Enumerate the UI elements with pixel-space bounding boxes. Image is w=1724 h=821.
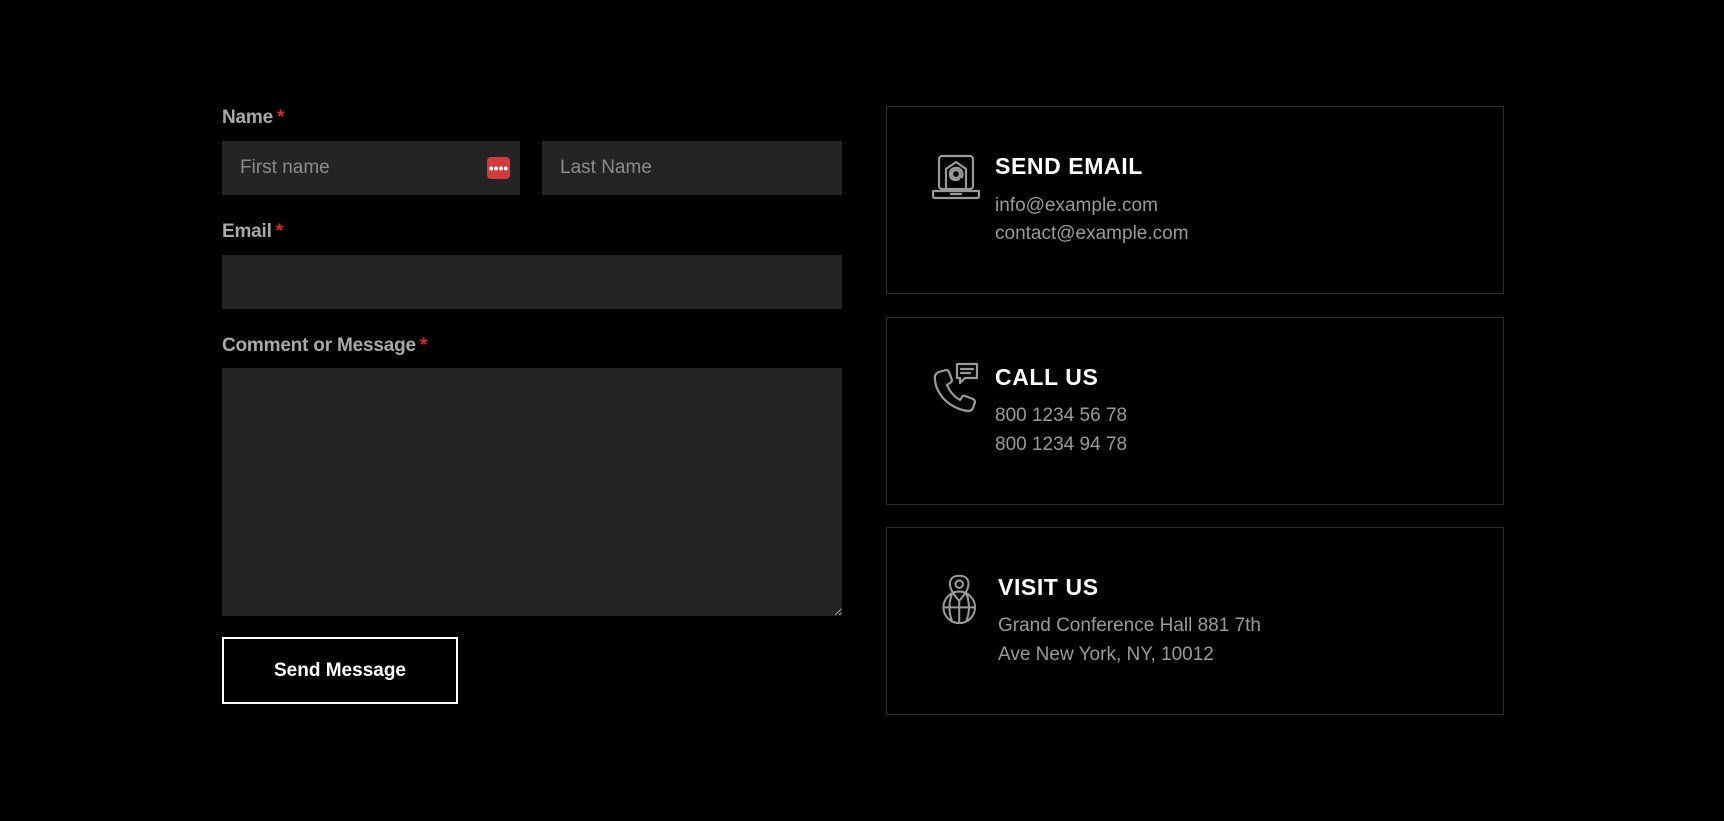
email-input[interactable] [222,255,842,309]
location-globe-icon [942,574,977,625]
required-mark: * [419,335,428,356]
send-message-button[interactable]: Send Message [222,637,458,704]
address-line-2: Ave New York, NY, 10012 [998,644,1214,665]
message-label: Comment or Message * [222,334,842,358]
call-us-card: CALL US 800 1234 56 78 800 1234 94 78 [886,317,1504,505]
name-label: Name * [222,106,842,130]
phone-number-2: 800 1234 94 78 [995,434,1128,455]
email-address-2: contact@example.com [995,223,1189,244]
card-title: SEND EMAIL [995,153,1143,179]
laptop-email-icon [931,154,981,200]
name-row: •••• [222,141,842,195]
send-email-card: SEND EMAIL info@example.com contact@exam… [886,106,1504,294]
message-label-text: Comment or Message [222,335,416,356]
phone-number-1: 800 1234 56 78 [995,405,1128,426]
required-mark: * [275,221,283,242]
last-name-input[interactable] [542,141,842,195]
message-textarea[interactable] [222,368,842,616]
contact-form: Name* •••• Email* Comment or Message* Se… [222,106,842,704]
email-label: Email * [222,220,842,244]
contact-page: Name* •••• Email* Comment or Message* Se… [0,0,1724,821]
card-title: VISIT US [998,574,1099,600]
email-label-text: Email [222,221,272,242]
password-manager-icon[interactable]: •••• [487,157,510,179]
card-title: CALL US [995,364,1099,390]
first-name-input[interactable] [222,141,520,195]
phone-chat-icon [933,362,979,413]
required-mark: * [276,107,285,128]
visit-us-card: VISIT US Grand Conference Hall 881 7th A… [886,527,1504,715]
email-address-1: info@example.com [995,195,1158,216]
address-line-1: Grand Conference Hall 881 7th [998,615,1261,636]
name-label-text: Name [222,107,273,128]
